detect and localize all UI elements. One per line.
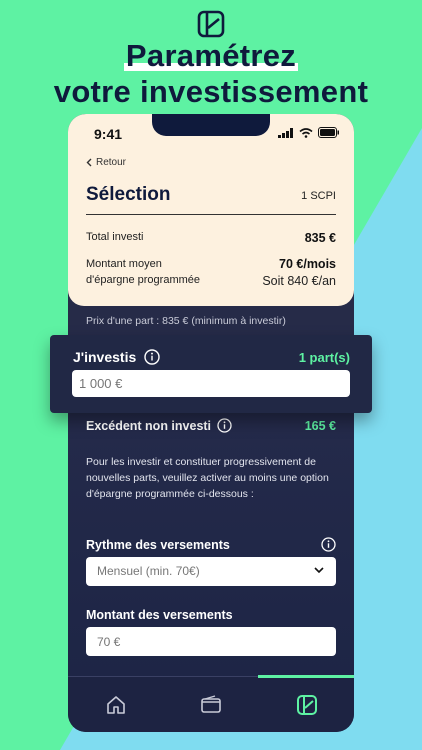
tab-bar bbox=[68, 675, 354, 732]
signal-icon bbox=[278, 127, 293, 138]
info-paragraph: Pour les investir et constituer progress… bbox=[86, 456, 329, 500]
status-icons bbox=[278, 127, 340, 138]
invest-label: J'investis bbox=[73, 349, 137, 365]
status-time: 9:41 bbox=[94, 126, 123, 142]
selection-title: Sélection bbox=[86, 184, 171, 205]
rythme-select[interactable]: Mensuel (min. 70€) bbox=[86, 557, 336, 586]
monthly-row: Montant moyen d'épargne programmée 70 €/… bbox=[86, 256, 336, 288]
headline: Paramétrez votre investissement bbox=[0, 38, 422, 110]
phone-screen: 9:41 Retour Sélection 1 SCPI Total inves… bbox=[68, 114, 354, 732]
selection-count: 1 SCPI bbox=[301, 190, 336, 202]
info-icon[interactable] bbox=[217, 418, 232, 433]
tab-indicator bbox=[258, 675, 354, 678]
excedent-label-group: Excédent non investi bbox=[86, 418, 232, 433]
divider bbox=[86, 214, 336, 215]
info-icon[interactable] bbox=[144, 349, 160, 365]
app-logo-icon bbox=[197, 10, 225, 38]
headline-line-2: votre investissement bbox=[53, 74, 369, 109]
total-label: Total investi bbox=[86, 231, 144, 243]
tab-home[interactable] bbox=[104, 693, 128, 717]
total-row: Total investi 835 € bbox=[86, 231, 336, 245]
total-value: 835 € bbox=[304, 231, 336, 245]
back-button[interactable]: Retour bbox=[86, 157, 126, 168]
battery-icon bbox=[318, 127, 339, 138]
monthly-value: 70 €/mois bbox=[279, 257, 336, 271]
invest-parts: 1 part(s) bbox=[298, 350, 350, 365]
chevron-left-icon bbox=[86, 158, 92, 167]
headline-line-1: Paramétrez bbox=[125, 38, 297, 73]
invest-card: J'investis 1 part(s) bbox=[50, 335, 372, 413]
rythme-label: Rythme des versements bbox=[86, 538, 230, 552]
tab-selection[interactable] bbox=[295, 693, 319, 717]
invest-label-group: J'investis bbox=[73, 349, 160, 365]
wifi-icon bbox=[299, 127, 313, 138]
info-icon[interactable] bbox=[321, 537, 336, 552]
tab-wallet[interactable] bbox=[199, 693, 223, 717]
yearly-value: Soit 840 €/an bbox=[262, 274, 336, 288]
excedent-value: 165 € bbox=[304, 419, 336, 433]
rythme-selected: Mensuel (min. 70€) bbox=[97, 564, 200, 578]
invest-input[interactable] bbox=[72, 370, 350, 397]
phone-notch bbox=[152, 114, 270, 136]
price-note: Prix d'une part : 835 € (minimum à inves… bbox=[86, 315, 286, 327]
excedent-label: Excédent non investi bbox=[86, 418, 212, 433]
chevron-down-icon bbox=[314, 567, 324, 574]
montant-input[interactable] bbox=[86, 627, 336, 656]
montant-label: Montant des versements bbox=[86, 608, 233, 622]
back-label: Retour bbox=[96, 157, 127, 168]
